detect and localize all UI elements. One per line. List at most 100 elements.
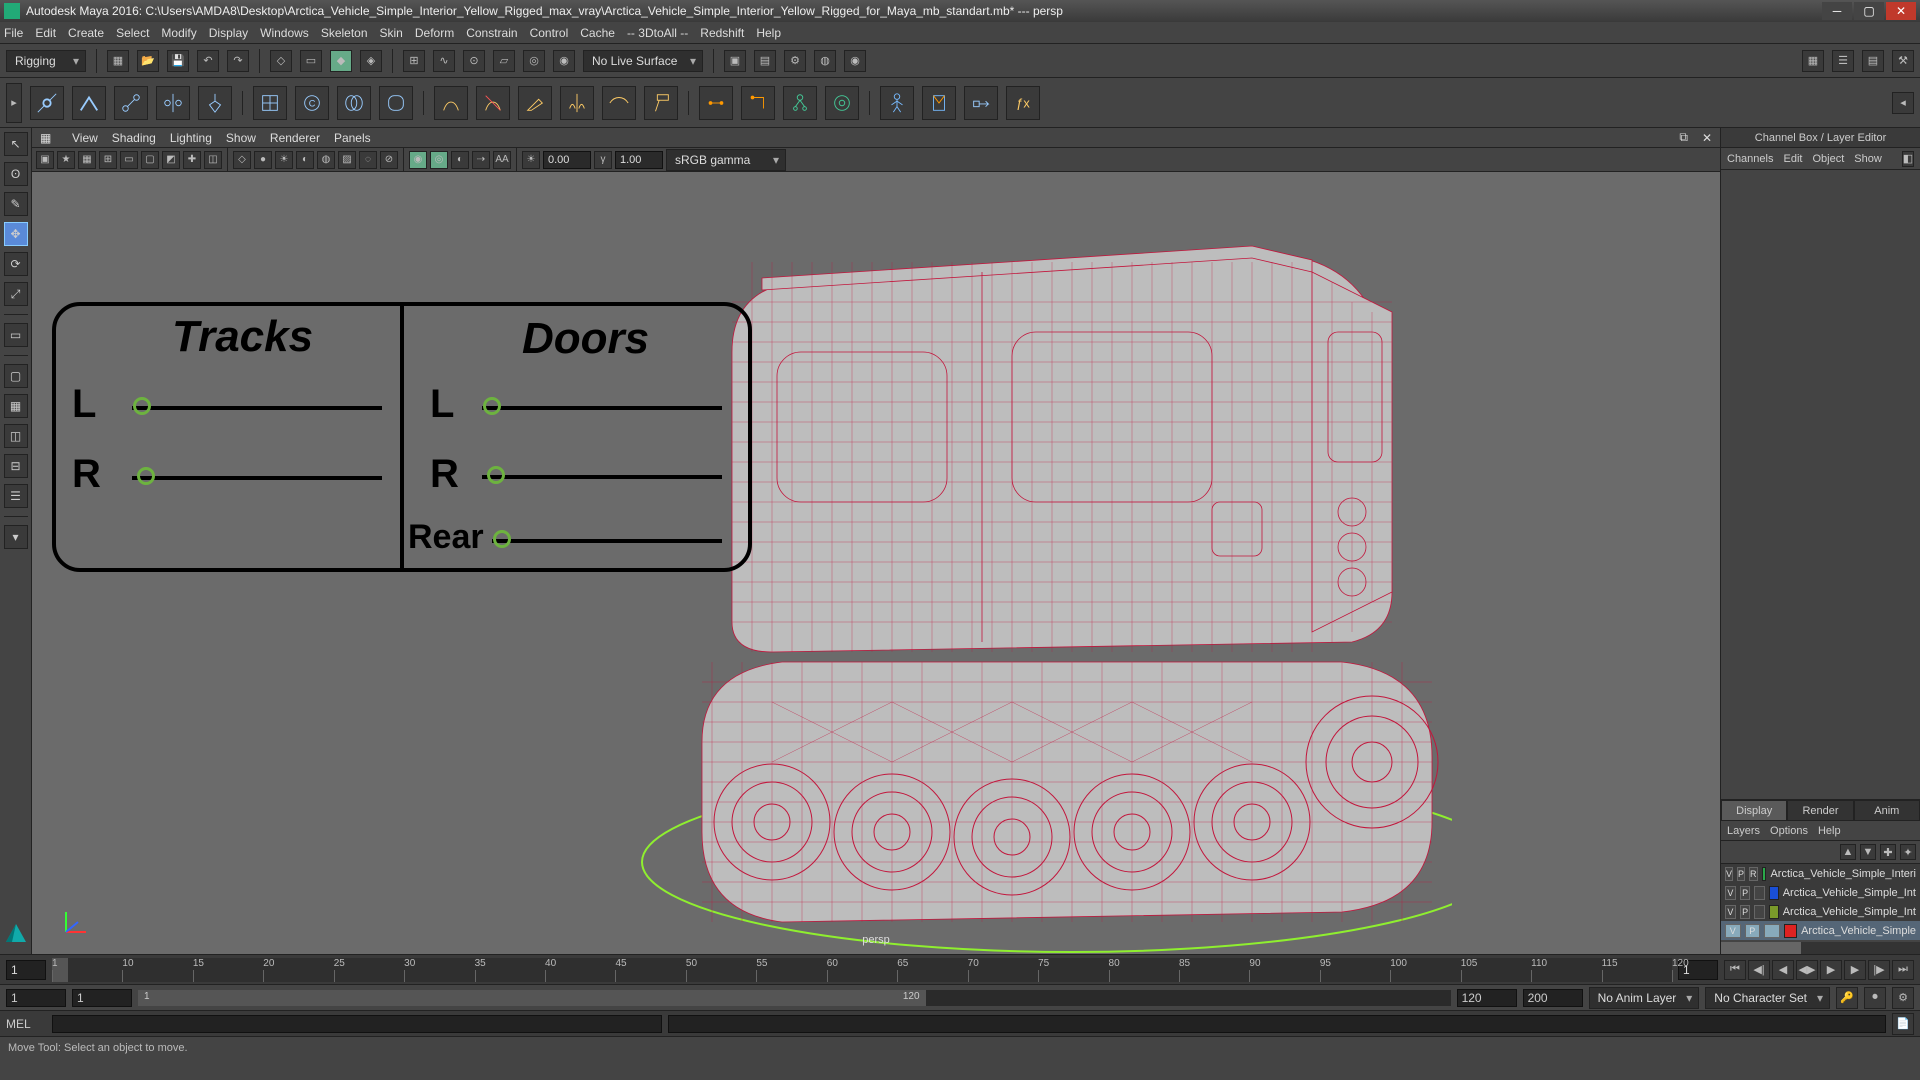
layout-outliner-icon[interactable]: ☰ (4, 484, 28, 508)
layer-playback-toggle[interactable]: P (1745, 924, 1761, 938)
menu-deform[interactable]: Deform (415, 26, 454, 40)
select-by-type-icon[interactable]: ◈ (360, 50, 382, 72)
cbx-object[interactable]: Object (1812, 153, 1844, 165)
layer-color-swatch[interactable] (1769, 886, 1778, 900)
step-fwd-key-icon[interactable]: |▶ (1868, 960, 1890, 980)
vp-exposure-value[interactable]: 0.00 (543, 151, 591, 169)
menu-constrain[interactable]: Constrain (466, 26, 517, 40)
range-track[interactable]: 1 120 (138, 990, 1451, 1006)
menu-file[interactable]: File (4, 26, 23, 40)
constraint-orient-icon[interactable] (741, 86, 775, 120)
anim-prefs-icon[interactable]: ⚙ (1892, 987, 1914, 1009)
layers-help[interactable]: Help (1818, 825, 1841, 837)
scale-tool[interactable]: ⤢ (4, 282, 28, 306)
range-start-field[interactable]: 1 (6, 989, 66, 1007)
detach-skin-icon[interactable] (476, 86, 510, 120)
step-back-key-icon[interactable]: ◀| (1748, 960, 1770, 980)
cbx-edit[interactable]: Edit (1783, 153, 1802, 165)
rig-doors-l-slider[interactable] (482, 406, 722, 410)
layer-row[interactable]: V P Arctica_Vehicle_Simple (1721, 921, 1920, 940)
menu-edit[interactable]: Edit (35, 26, 56, 40)
render-settings-icon[interactable]: ⚙ (784, 50, 806, 72)
vp-resolution-gate-icon[interactable]: ▢ (141, 151, 159, 169)
wrap-icon[interactable] (379, 86, 413, 120)
time-ruler[interactable]: 1101520253035404550556065707580859095100… (52, 958, 1672, 982)
layer-tab-display[interactable]: Display (1721, 800, 1787, 821)
vp-wire-on-shaded-icon[interactable]: ◍ (317, 151, 335, 169)
select-hierarchy-icon[interactable]: ◇ (270, 50, 292, 72)
cmd-input[interactable] (52, 1015, 662, 1033)
layout-single-icon[interactable]: ▢ (4, 364, 28, 388)
paint-select-tool[interactable]: ✎ (4, 192, 28, 216)
render-frame-icon[interactable]: ▣ (724, 50, 746, 72)
last-tool[interactable]: ▭ (4, 323, 28, 347)
layer-vis-toggle[interactable]: V (1725, 886, 1736, 900)
panel-close-icon[interactable]: ✕ (1702, 131, 1712, 145)
layer-scrollbar[interactable] (1721, 942, 1920, 954)
render-view-icon[interactable]: ◉ (844, 50, 866, 72)
layer-move-down-icon[interactable]: ▼ (1860, 844, 1876, 860)
menu-redshift[interactable]: Redshift (700, 26, 744, 40)
layer-ref-toggle[interactable] (1764, 924, 1780, 938)
rig-doors-l-handle[interactable] (483, 397, 501, 415)
panel-menu-view[interactable]: View (72, 131, 98, 145)
constraint-parent-icon[interactable] (783, 86, 817, 120)
layer-vis-toggle[interactable]: V (1725, 924, 1741, 938)
layer-vis-toggle[interactable]: V (1725, 905, 1736, 919)
ik-handle-icon[interactable] (72, 86, 106, 120)
vp-shadows-icon[interactable]: ◐ (296, 151, 314, 169)
expression-icon[interactable]: ƒx (1006, 86, 1040, 120)
ipr-render-icon[interactable]: ▤ (754, 50, 776, 72)
layer-row[interactable]: V P Arctica_Vehicle_Simple_Int (1721, 883, 1920, 902)
layer-row[interactable]: V P R Arctica_Vehicle_Simple_Interi (1721, 864, 1920, 883)
vp-hw-texturing-icon[interactable]: ◎ (430, 151, 448, 169)
open-scene-icon[interactable]: 📂 (137, 50, 159, 72)
select-tool[interactable]: ↖ (4, 132, 28, 156)
blend-shape-icon[interactable] (337, 86, 371, 120)
vp-motion-blur-icon[interactable]: ⇢ (472, 151, 490, 169)
insert-joint-icon[interactable] (114, 86, 148, 120)
step-back-frame-icon[interactable]: ◀ (1772, 960, 1794, 980)
snap-plane-icon[interactable]: ▱ (493, 50, 515, 72)
range-playback-end-field[interactable]: 120 (1457, 989, 1517, 1007)
cmd-language-label[interactable]: MEL (6, 1017, 46, 1031)
new-scene-icon[interactable]: ▦ (107, 50, 129, 72)
vp-gamma-icon[interactable]: γ (594, 151, 612, 169)
make-live-icon[interactable]: ◉ (553, 50, 575, 72)
workspace-dropdown[interactable]: Rigging (6, 50, 86, 72)
vp-color-mgmt-dropdown[interactable]: sRGB gamma (666, 149, 786, 171)
rig-tracks-r-slider[interactable] (132, 476, 382, 480)
layer-move-up-icon[interactable]: ▲ (1840, 844, 1856, 860)
menu-create[interactable]: Create (68, 26, 104, 40)
layer-tab-anim[interactable]: Anim (1854, 800, 1920, 821)
anim-layer-dropdown[interactable]: No Anim Layer (1589, 987, 1700, 1009)
step-fwd-frame-icon[interactable]: ▶ (1844, 960, 1866, 980)
shelf-options-icon[interactable]: ◂ (1892, 92, 1914, 114)
panel-popout-icon[interactable]: ⧉ (1679, 130, 1688, 145)
vp-isolate-select-icon[interactable]: ◉ (409, 151, 427, 169)
layout-two-stack-icon[interactable]: ⊟ (4, 454, 28, 478)
play-forward-icon[interactable]: ▶ (1820, 960, 1842, 980)
vp-wireframe-icon[interactable]: ◇ (233, 151, 251, 169)
select-component-icon[interactable]: ◆ (330, 50, 352, 72)
layer-vis-toggle[interactable]: V (1725, 867, 1733, 881)
menu-control[interactable]: Control (530, 26, 569, 40)
constraint-point-icon[interactable] (699, 86, 733, 120)
orient-joint-icon[interactable] (198, 86, 232, 120)
layer-color-swatch[interactable] (1784, 924, 1798, 938)
goto-end-icon[interactable]: ⏭ (1892, 960, 1914, 980)
layer-row[interactable]: V P Arctica_Vehicle_Simple_Int (1721, 902, 1920, 921)
mirror-joint-icon[interactable] (156, 86, 190, 120)
layer-ref-toggle[interactable] (1754, 905, 1765, 919)
vp-use-lights-icon[interactable]: ☀ (275, 151, 293, 169)
layers-options[interactable]: Options (1770, 825, 1808, 837)
layer-new-empty-icon[interactable]: ✚ (1880, 844, 1896, 860)
layout-custom-icon[interactable]: ▾ (4, 525, 28, 549)
redo-icon[interactable]: ↷ (227, 50, 249, 72)
goto-start-icon[interactable]: ⏮ (1724, 960, 1746, 980)
constraint-aim-icon[interactable] (825, 86, 859, 120)
character-set-dropdown[interactable]: No Character Set (1705, 987, 1830, 1009)
vp-xray-joints-icon[interactable]: ⊘ (380, 151, 398, 169)
snap-live-icon[interactable]: ◎ (523, 50, 545, 72)
set-key-icon[interactable]: ⏺ (1864, 987, 1886, 1009)
